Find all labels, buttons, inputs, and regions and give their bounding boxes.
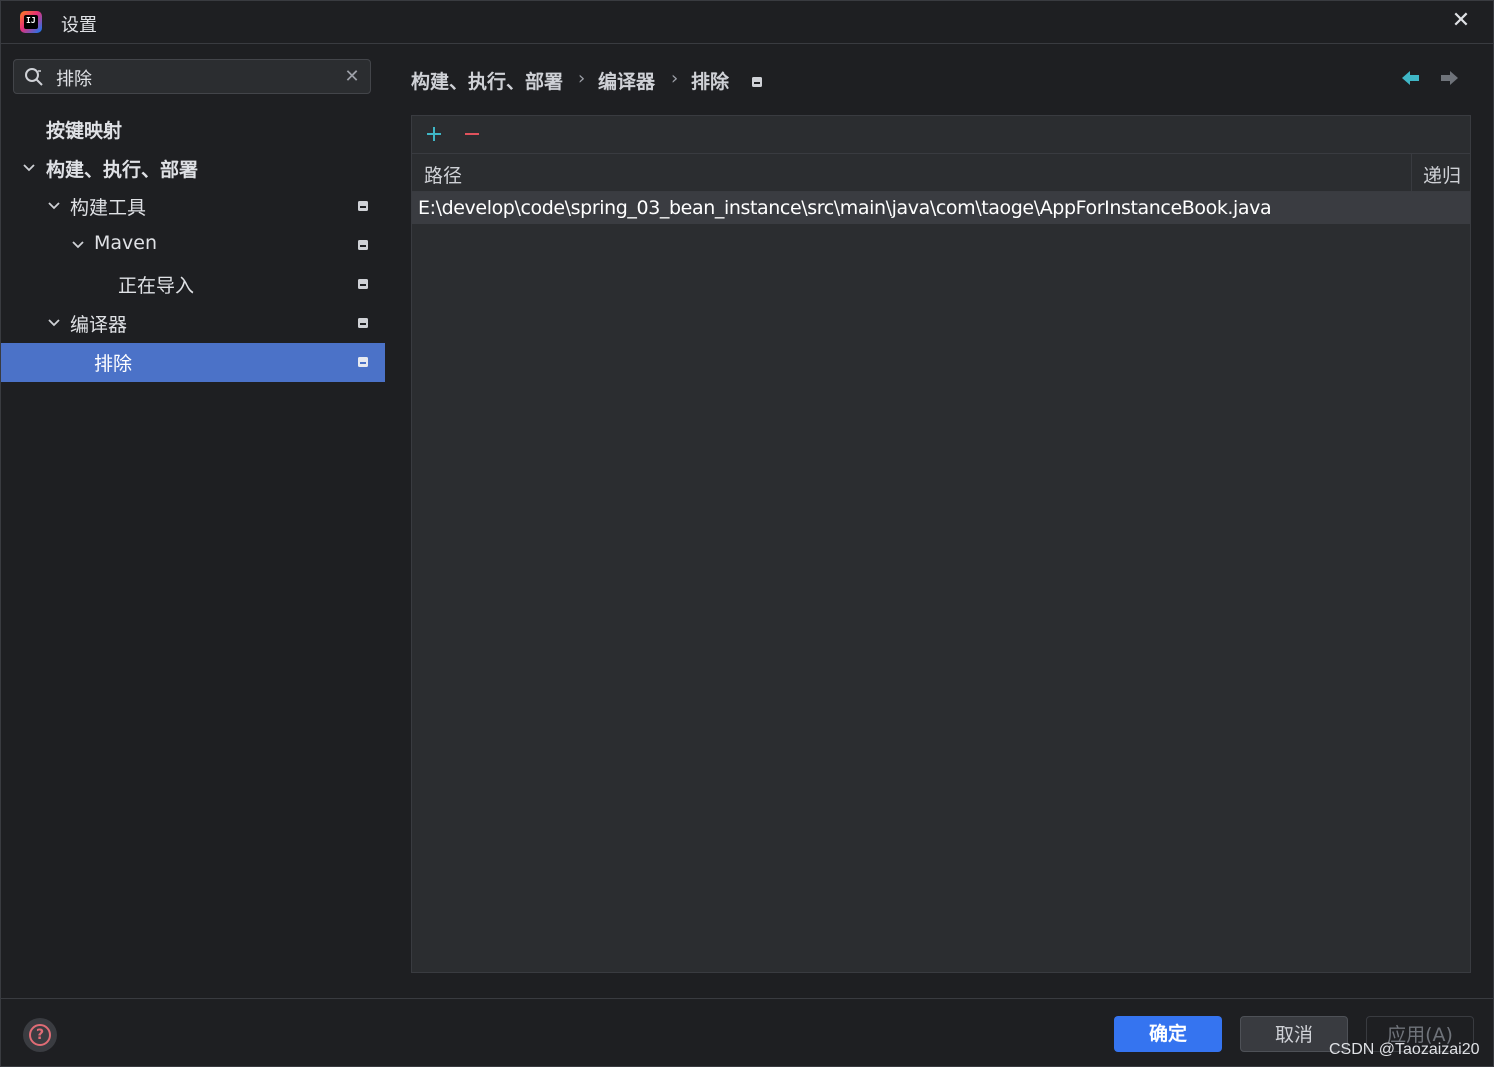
tree-item-label: 按键映射 [46,120,123,142]
help-button[interactable]: ? [23,1018,57,1052]
column-header-path[interactable]: 路径 [424,161,462,188]
table-toolbar [412,116,1470,154]
chevron-down-icon[interactable] [21,160,37,176]
tree-item-compiler[interactable]: 编译器 [1,304,385,343]
search-box[interactable]: ✕ [13,59,371,94]
project-scope-icon [752,77,762,87]
footer-divider [1,998,1494,999]
table-row[interactable]: E:\develop\code\spring_03_bean_instance\… [412,192,1470,224]
back-arrow-icon[interactable] [1401,69,1421,87]
settings-dialog: IJ 设置 ✕ ✕ 按键映射 构建、执行、部署 构建工具 Maven [0,0,1494,1067]
tree-item-label: 排除 [94,353,133,375]
project-scope-icon [358,357,368,367]
forward-arrow-icon[interactable] [1439,69,1459,87]
tree-item-maven[interactable]: Maven [1,226,385,265]
help-icon: ? [29,1024,51,1046]
tree-item-keymap[interactable]: 按键映射 [1,110,385,149]
tree-item-label: 构建、执行、部署 [46,159,199,181]
tree-item-build-tools[interactable]: 构建工具 [1,187,385,226]
breadcrumb-item-build[interactable]: 构建、执行、部署 [411,67,563,94]
close-icon[interactable]: ✕ [1449,9,1473,33]
clear-icon[interactable]: ✕ [342,65,362,89]
tree-item-label: 编译器 [70,314,128,336]
breadcrumb-item-excludes: 排除 [691,71,730,93]
watermark: CSDN @Taozaizai20 [1329,1041,1480,1058]
tree-item-importing[interactable]: 正在导入 [1,265,385,304]
excludes-table-panel: 路径 递归 E:\develop\code\spring_03_bean_ins… [411,115,1471,973]
column-header-recursive[interactable]: 递归 [1423,161,1461,188]
tree-item-label: 正在导入 [118,275,195,297]
project-scope-icon [358,240,368,250]
project-scope-icon [358,318,368,328]
project-scope-icon [358,279,368,289]
app-icon-text: IJ [26,16,36,25]
tree-item-label: Maven [94,232,158,254]
breadcrumb-separator: › [578,68,586,89]
title-bar: IJ 设置 ✕ [1,1,1494,44]
project-scope-icon [358,201,368,211]
minus-icon[interactable] [462,124,482,144]
intellij-idea-icon: IJ [20,11,42,33]
column-divider[interactable] [1411,154,1412,191]
breadcrumb-item-compiler[interactable]: 编译器 [598,67,655,94]
ok-button[interactable]: 确定 [1114,1016,1222,1052]
table-header: 路径 递归 [412,154,1470,192]
breadcrumb-separator: › [671,68,679,89]
tree-item-excludes[interactable]: 排除 [1,343,385,382]
table-cell-path[interactable]: E:\develop\code\spring_03_bean_instance\… [418,197,1272,219]
tree-item-label: 构建工具 [70,197,147,219]
search-input[interactable] [54,64,338,92]
chevron-down-icon[interactable] [46,198,62,214]
window-title: 设置 [61,15,97,36]
chevron-down-icon[interactable] [46,315,62,331]
chevron-down-icon[interactable] [70,237,86,253]
search-icon [25,68,43,86]
tree-item-build-execution-deployment[interactable]: 构建、执行、部署 [1,149,385,188]
plus-icon[interactable] [424,124,444,144]
